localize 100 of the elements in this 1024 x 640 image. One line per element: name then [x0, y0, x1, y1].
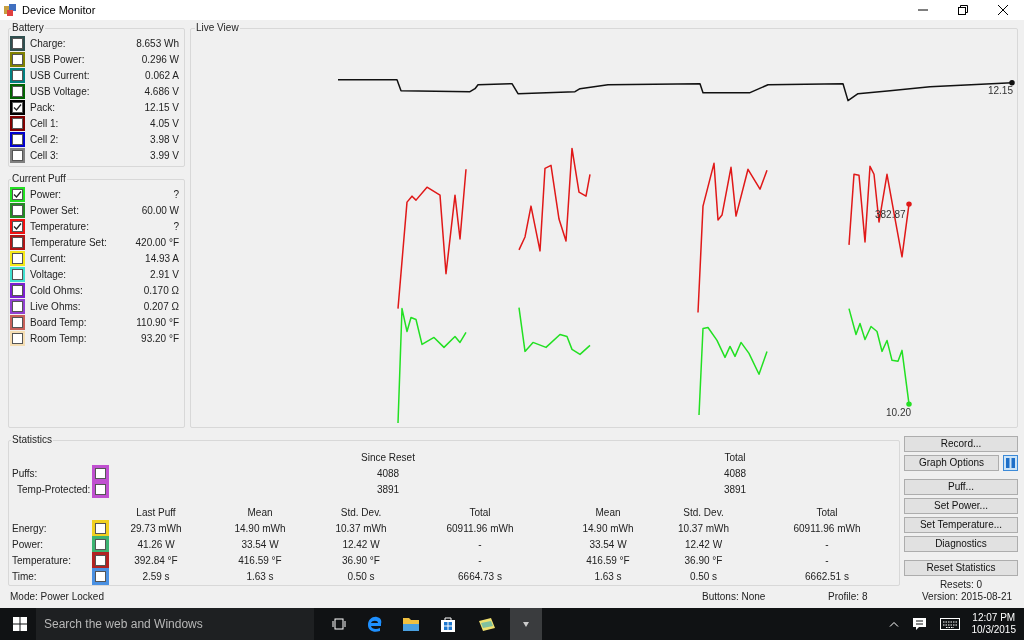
table-cell-text: - — [824, 553, 830, 568]
column-header: Std. Dev. — [339, 505, 383, 520]
status-text: Profile: 8 — [828, 590, 868, 604]
table-cell-text: 6662.51 s — [804, 569, 850, 584]
field-value: 420.00 °F — [135, 235, 179, 250]
table-cell-text: 392.84 °F — [133, 553, 179, 568]
color-checkbox[interactable] — [10, 186, 25, 202]
column-header: Total — [815, 505, 839, 520]
field-value: ? — [173, 219, 179, 234]
clock-time[interactable]: 12:07 PM — [972, 612, 1016, 624]
message-icon[interactable] — [912, 618, 926, 630]
field-label: USB Power: — [30, 52, 85, 67]
color-checkbox[interactable] — [10, 115, 25, 131]
table-cell-text: 4088 — [375, 466, 401, 481]
pause-toggle-button[interactable] — [1003, 455, 1018, 471]
column-header: Total — [723, 450, 747, 465]
button[interactable]: Record... — [904, 436, 1018, 452]
field-value: 0.062 A — [145, 68, 179, 83]
table-cell-text: 14.90 mWh — [581, 521, 635, 536]
color-checkbox[interactable] — [10, 266, 25, 282]
color-checkbox[interactable] — [10, 202, 25, 218]
window-title: Device Monitor — [22, 2, 96, 18]
color-checkbox[interactable] — [10, 35, 25, 51]
resets-count: Resets: 0 — [938, 578, 984, 592]
field-label: Power Set: — [30, 203, 79, 218]
field-label: Room Temp: — [30, 331, 87, 346]
table-cell-text: 6664.73 s — [457, 569, 503, 584]
color-checkbox[interactable] — [10, 282, 25, 298]
field-label: Cell 2: — [30, 132, 59, 147]
color-checkbox[interactable] — [10, 83, 25, 99]
table-cell-text: 12.42 W — [341, 537, 381, 552]
search-field[interactable]: Search the web and Windows — [36, 608, 314, 640]
field-label: Board Temp: — [30, 315, 87, 330]
group-title: Battery — [11, 22, 45, 34]
button[interactable]: Puff... — [904, 479, 1018, 495]
table-cell-text: 1.63 s — [245, 569, 275, 584]
button[interactable]: Set Power... — [904, 498, 1018, 514]
notes-icon[interactable] — [478, 616, 496, 632]
button[interactable]: Diagnostics — [904, 536, 1018, 552]
status-text: Version: 2015-08-21 — [922, 590, 1013, 604]
table-cell-text: 1.63 s — [593, 569, 623, 584]
row-label: Power: — [12, 537, 45, 552]
color-checkbox[interactable] — [10, 330, 25, 346]
field-value: 0.170 Ω — [143, 283, 179, 298]
field-value: ? — [173, 187, 179, 202]
field-label: Live Ohms: — [30, 299, 81, 314]
field-value: 8.653 Wh — [136, 36, 179, 51]
chart-value-label: 10.20 — [886, 407, 912, 419]
status-text: Buttons: None — [702, 590, 766, 604]
status-text: Mode: Power Locked — [10, 590, 104, 604]
browser-icon[interactable] — [366, 615, 384, 633]
column-header: Since Reset — [360, 450, 416, 465]
button[interactable]: Graph Options — [904, 455, 999, 471]
windows-start-icon[interactable] — [13, 617, 27, 631]
clock-date[interactable]: 10/3/2015 — [971, 624, 1016, 636]
task-view-icon[interactable] — [332, 618, 346, 630]
column-header: Mean — [594, 505, 622, 520]
field-value: 4.686 V — [144, 84, 179, 99]
check-icon — [13, 102, 22, 112]
column-header: Last Puff — [135, 505, 177, 520]
color-checkbox[interactable] — [92, 464, 109, 482]
color-checkbox[interactable] — [92, 519, 109, 537]
color-checkbox[interactable] — [10, 147, 25, 163]
keyboard-icon[interactable] — [939, 618, 960, 630]
table-cell-text: 33.54 W — [588, 537, 628, 552]
field-label: Charge: — [30, 36, 66, 51]
field-label: Current: — [30, 251, 67, 266]
color-checkbox[interactable] — [10, 234, 25, 250]
color-checkbox[interactable] — [10, 99, 25, 115]
column-header: Mean — [246, 505, 274, 520]
table-cell-text: 12.42 W — [683, 537, 724, 552]
table-cell-text: 416.59 °F — [585, 553, 631, 568]
folder-icon[interactable] — [402, 616, 420, 632]
color-checkbox[interactable] — [10, 250, 25, 266]
table-cell-text: 36.90 °F — [683, 553, 724, 568]
chevron-up-icon[interactable] — [888, 621, 899, 627]
color-checkbox[interactable] — [10, 218, 25, 234]
field-label: Power: — [30, 187, 62, 202]
field-value: 0.207 Ω — [143, 299, 179, 314]
close-icon[interactable] — [998, 5, 1008, 15]
color-checkbox[interactable] — [10, 67, 25, 83]
color-checkbox[interactable] — [10, 314, 25, 330]
row-label: Puffs: — [12, 466, 39, 481]
check-icon — [13, 221, 22, 231]
field-label: Voltage: — [30, 267, 67, 282]
color-checkbox[interactable] — [10, 51, 25, 67]
button[interactable]: Reset Statistics — [904, 560, 1018, 576]
field-label: Cold Ohms: — [30, 283, 83, 298]
restore-icon[interactable] — [958, 5, 968, 15]
store-icon[interactable] — [440, 616, 456, 632]
app-window-icon — [523, 621, 529, 627]
table-cell-text: - — [824, 537, 830, 552]
column-header: Std. Dev. — [682, 505, 725, 520]
color-checkbox[interactable] — [10, 131, 25, 147]
color-checkbox[interactable] — [10, 298, 25, 314]
table-cell-text: 2.59 s — [141, 569, 171, 584]
button[interactable]: Set Temperature... — [904, 517, 1018, 533]
group-title: Statistics — [11, 434, 53, 446]
group-title: Current Puff — [11, 173, 67, 185]
table-cell-text: 4088 — [722, 466, 748, 481]
